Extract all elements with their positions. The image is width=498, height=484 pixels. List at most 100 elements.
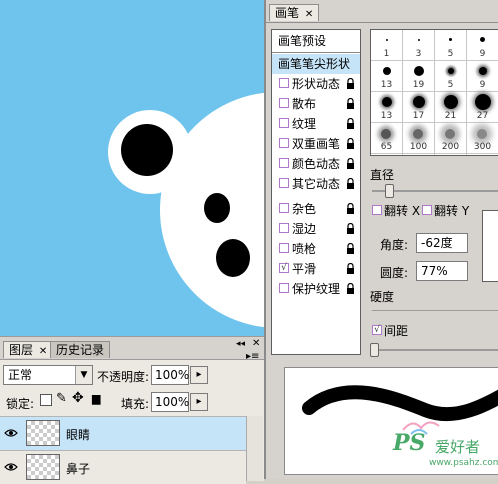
brush-size-label: 65 [380, 142, 393, 152]
brush-tip[interactable]: 300 [467, 123, 498, 154]
lock-icon[interactable] [346, 158, 355, 169]
layer-row-eyes[interactable]: 眼睛 [0, 416, 246, 450]
eye-icon[interactable] [4, 427, 18, 439]
option-noise[interactable]: 杂色 [272, 199, 360, 219]
brush-tip[interactable]: 5 [435, 61, 467, 92]
checkbox[interactable] [279, 178, 289, 188]
checkbox[interactable] [279, 283, 289, 293]
fill-arrow-button[interactable]: ▸ [190, 393, 208, 411]
brush-size-label: 21 [444, 111, 457, 121]
checkbox[interactable] [279, 158, 289, 168]
brush-tip[interactable]: 9 [467, 61, 498, 92]
checkbox[interactable] [279, 118, 289, 128]
brush-tip[interactable]: 1 [371, 30, 403, 61]
lock-icon[interactable] [346, 98, 355, 109]
option-dual-brush[interactable]: 双重画笔 [272, 134, 360, 154]
close-icon[interactable]: ✕ [305, 9, 313, 20]
option-scattering[interactable]: 散布 [272, 94, 360, 114]
brush-tip[interactable]: 27 [467, 92, 498, 123]
layers-panel-body: 正常 ▼ 不透明度: 100% ▸ 锁定: ✎ ✥ ▆ 填充: 100% ▸ 眼… [0, 359, 264, 484]
brush-tip[interactable]: 3 [403, 30, 435, 61]
fill-field[interactable]: 100% [151, 392, 189, 412]
option-wet-edges[interactable]: 湿边 [272, 219, 360, 239]
option-texture[interactable]: 纹理 [272, 114, 360, 134]
option-label: 形状动态 [292, 77, 341, 91]
brush-tip[interactable]: 9 [467, 30, 498, 61]
option-other-dynamics[interactable]: 其它动态 [272, 174, 360, 194]
brush-tip-grid: 1 3 5 9 13 19 5 9 13 17 21 27 65 100 200… [370, 29, 498, 156]
panel-close-icon[interactable]: ✕ [252, 338, 260, 349]
lock-icon[interactable] [346, 178, 355, 189]
watermark-text: 爱好者 [435, 438, 481, 456]
lock-icon[interactable] [346, 223, 355, 234]
brush-tip[interactable]: 46 [403, 154, 435, 155]
angle-field[interactable]: -62度 [416, 233, 468, 253]
roundness-field[interactable]: 77% [416, 261, 468, 281]
lock-transparent-icon[interactable] [40, 394, 52, 406]
checkbox[interactable] [279, 243, 289, 253]
option-airbrush[interactable]: 喷枪 [272, 239, 360, 259]
brush-tip[interactable]: 65 [371, 123, 403, 154]
brush-tip[interactable]: 13 [371, 92, 403, 123]
lock-icon[interactable] [346, 118, 355, 129]
lock-icon[interactable] [346, 78, 355, 89]
lock-icon[interactable] [346, 283, 355, 294]
option-label: 散布 [292, 97, 317, 111]
spacing-slider-thumb[interactable] [370, 343, 379, 357]
roundness-value: 77% [421, 264, 448, 278]
checkbox[interactable] [279, 98, 289, 108]
option-color-dynamics[interactable]: 颜色动态 [272, 154, 360, 174]
brush-tip[interactable]: 13 [371, 61, 403, 92]
option-shape-dynamics[interactable]: 形状动态 [272, 74, 360, 94]
lock-icon[interactable] [346, 263, 355, 274]
document-canvas[interactable] [0, 0, 264, 336]
brush-tip[interactable]: 200 [435, 123, 467, 154]
lock-icon[interactable] [346, 243, 355, 254]
brush-tip[interactable]: 19 [403, 61, 435, 92]
blend-mode-select[interactable]: 正常 ▼ [3, 365, 93, 385]
flip-y-checkbox[interactable] [422, 205, 432, 215]
checkbox[interactable] [279, 78, 289, 88]
checkbox-checked[interactable]: √ [279, 263, 289, 273]
option-brush-tip-shape[interactable]: 画笔笔尖形状 [272, 54, 360, 74]
tab-brush[interactable]: 画笔 ✕ [269, 4, 320, 21]
checkbox[interactable] [279, 223, 289, 233]
option-brush-presets[interactable]: 画笔预设 [272, 31, 360, 51]
lock-icon[interactable] [346, 138, 355, 149]
flip-x-checkbox[interactable] [372, 205, 382, 215]
spacing-slider-track[interactable] [372, 349, 498, 351]
brush-tip[interactable]: 100 [403, 123, 435, 154]
checkbox[interactable] [279, 138, 289, 148]
flip-x-label: 翻转 X [384, 204, 421, 218]
lock-icon[interactable] [346, 203, 355, 214]
eye-icon[interactable] [4, 461, 18, 473]
brush-size-label: 27 [476, 111, 489, 121]
brush-tip[interactable]: 17 [403, 92, 435, 123]
divider [266, 22, 498, 23]
option-smoothing[interactable]: √ 平滑 [272, 259, 360, 279]
tab-history[interactable]: 历史记录 [50, 341, 111, 358]
tab-layers-label: 图层 [9, 343, 34, 357]
brush-tip[interactable]: 21 [435, 92, 467, 123]
brush-tip[interactable]: 11 [467, 154, 498, 155]
collapse-icon[interactable]: ◂◂ [236, 339, 245, 349]
brush-options-list: 画笔预设 画笔笔尖形状 形状动态 散布 纹理 双重画笔 颜色动态 其它动态 杂色… [271, 29, 361, 355]
move-lock-icon[interactable]: ✥ [72, 390, 84, 406]
layers-scrollbar[interactable] [246, 416, 263, 481]
diameter-slider-thumb[interactable] [385, 184, 394, 198]
brush-tip[interactable]: 5 [435, 30, 467, 61]
checkbox[interactable] [279, 203, 289, 213]
opacity-field[interactable]: 100% [151, 365, 189, 385]
brush-tip[interactable]: 39 [371, 154, 403, 155]
opacity-arrow-button[interactable]: ▸ [190, 366, 208, 384]
spacing-checkbox[interactable]: √ [372, 325, 382, 335]
option-protect-texture[interactable]: 保护纹理 [272, 279, 360, 299]
blend-mode-value: 正常 [8, 368, 33, 382]
brush-lock-icon[interactable]: ✎ [56, 391, 67, 406]
angle-roundness-preview[interactable] [482, 210, 498, 282]
brush-size-label: 5 [447, 80, 454, 90]
close-icon[interactable]: ✕ [39, 346, 47, 357]
lock-all-icon[interactable]: ▆ [92, 392, 100, 405]
brush-tip[interactable]: 59 [435, 154, 467, 155]
tab-layers[interactable]: 图层 ✕ [3, 341, 54, 358]
